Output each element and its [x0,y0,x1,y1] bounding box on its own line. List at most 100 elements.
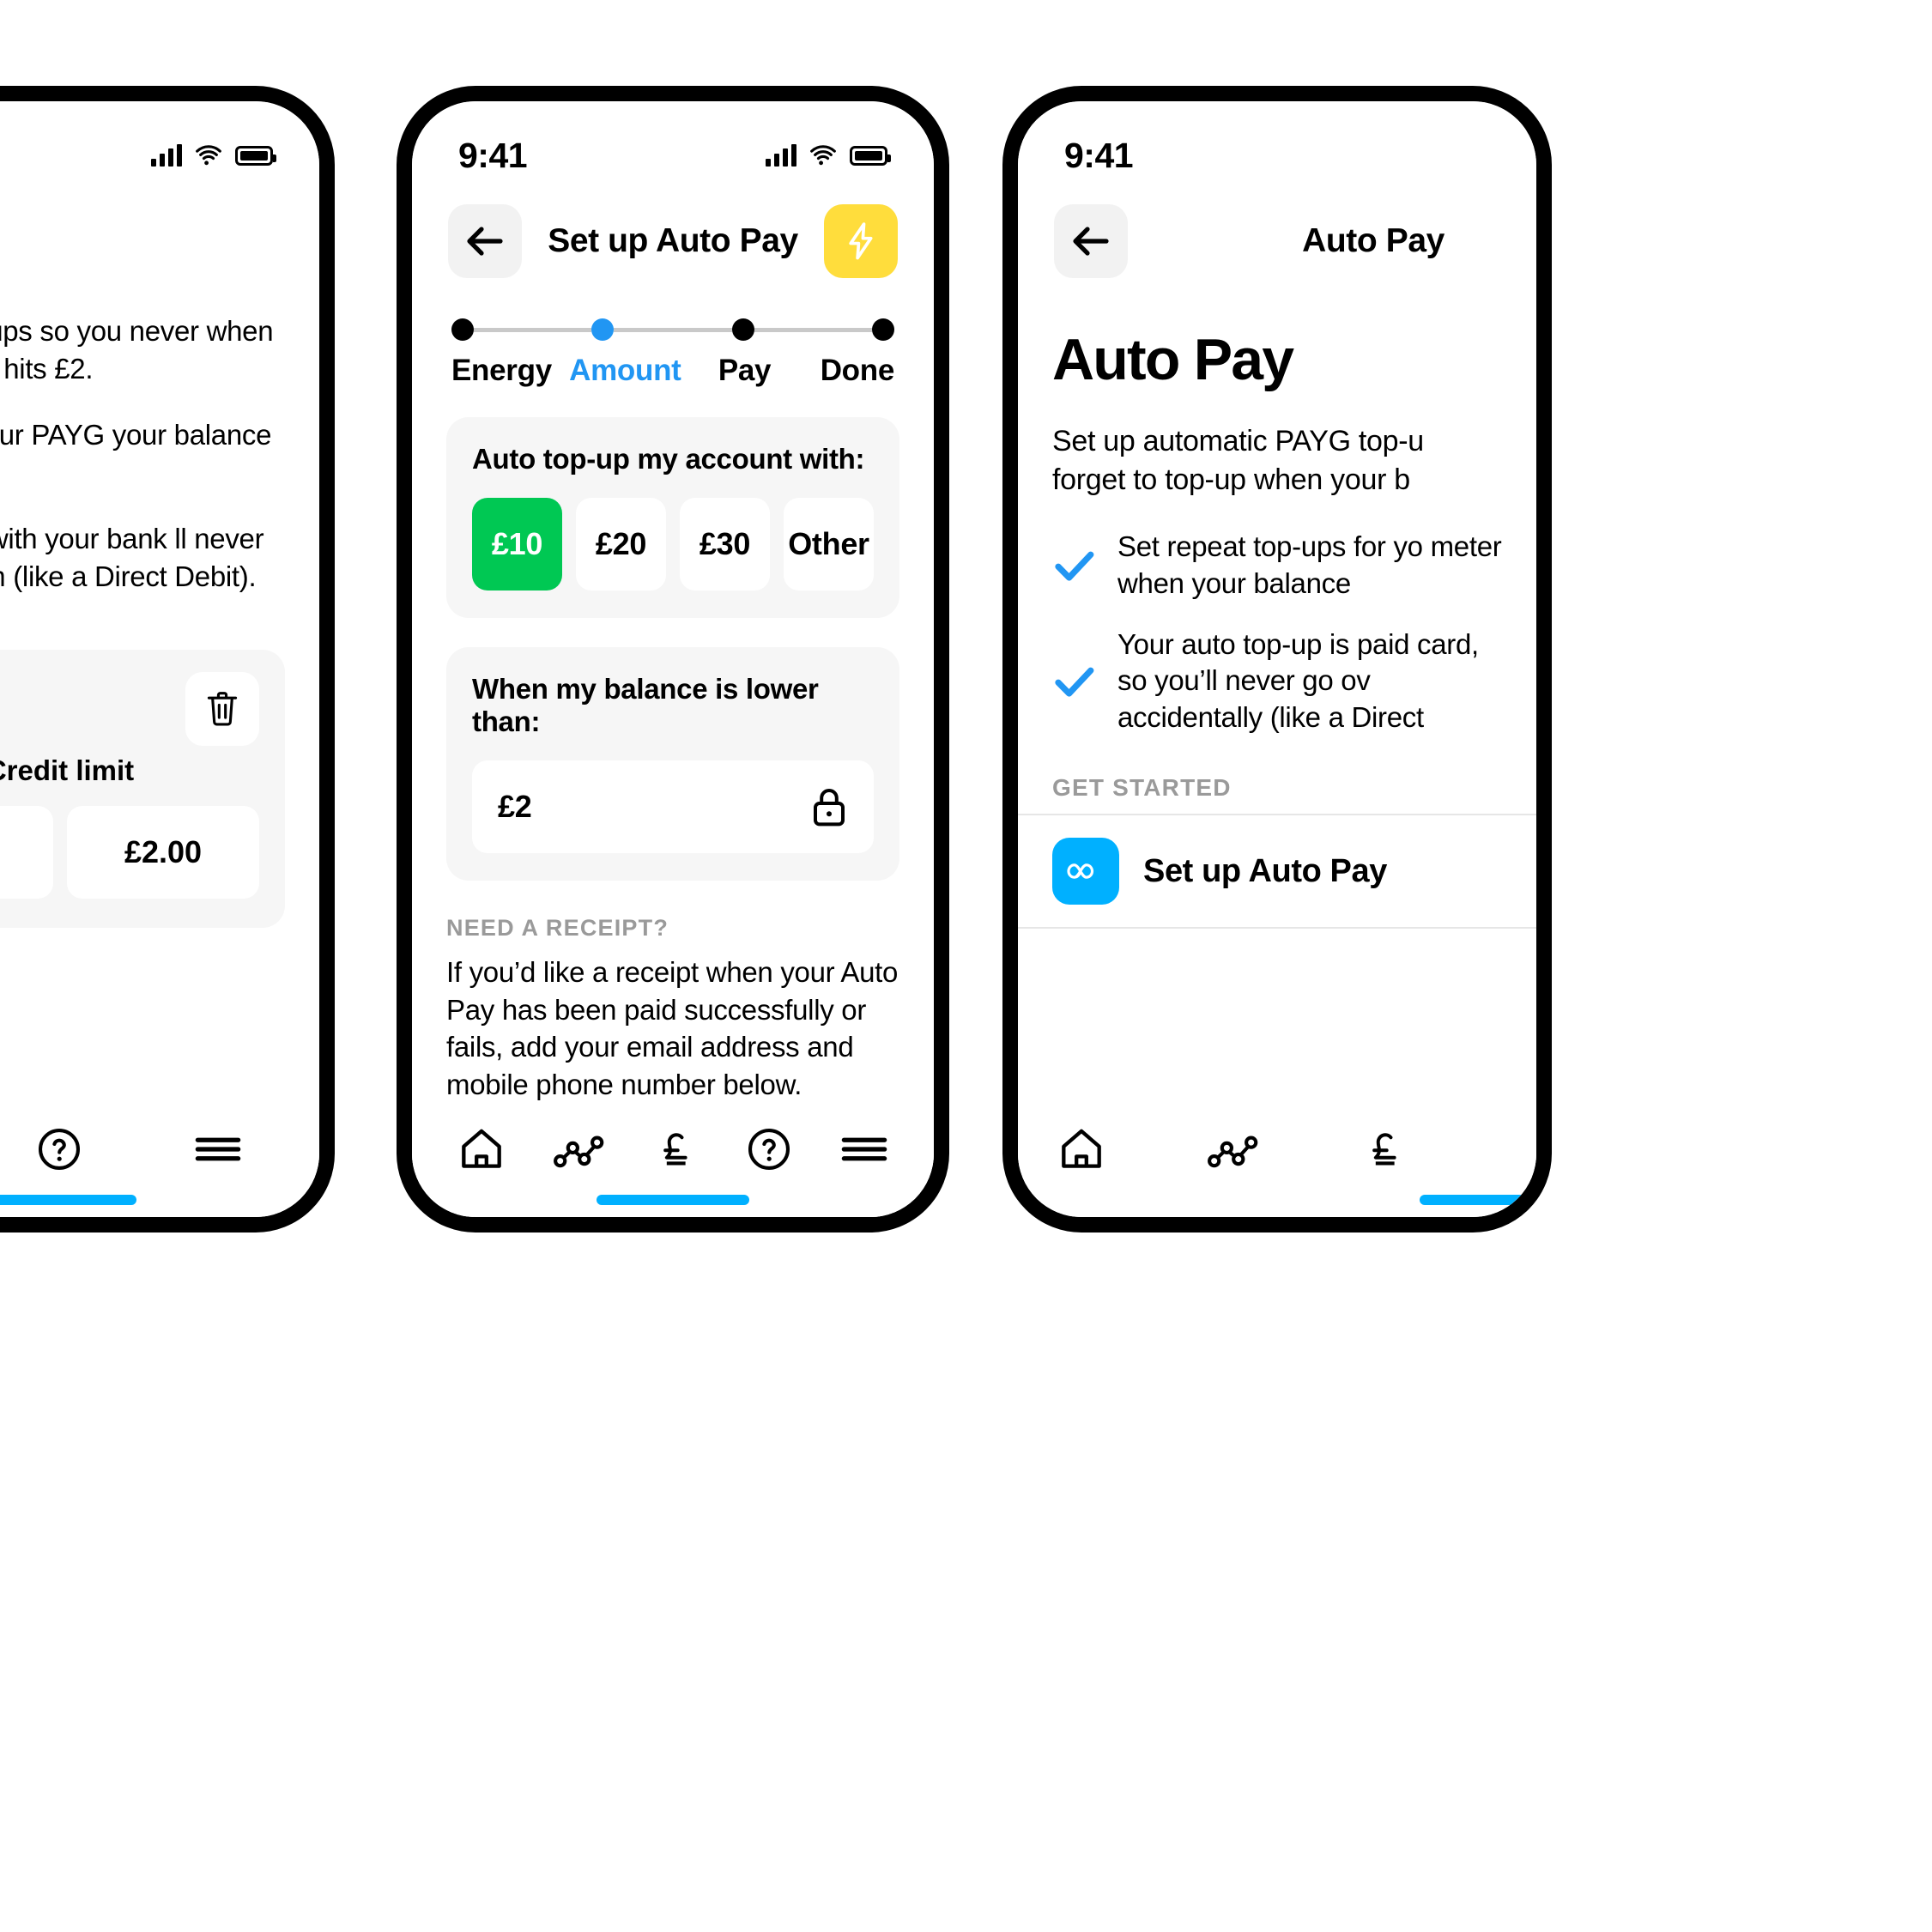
tab-usage[interactable] [1207,1128,1260,1171]
threshold-field[interactable]: £2 [472,760,874,853]
left-paragraph-1: c PAYG top-ups so you never when your ba… [0,315,274,385]
infinity-icon-tile [1052,838,1119,905]
amount-option-10[interactable]: £10 [472,498,562,591]
credit-limit-label: Credit limit [0,754,135,787]
battery-icon [850,145,891,166]
step-dot-energy[interactable] [451,318,474,341]
check-icon [1055,551,1094,581]
pound-icon [1372,1133,1396,1166]
list-item-label: Your auto top-up is paid card, so you’ll… [1117,627,1479,734]
threshold-card-title: When my balance is lower than: [472,673,819,737]
get-started-header: GET STARTED [1052,774,1232,802]
back-button[interactable] [1054,204,1128,278]
nav-bar-right: Auto Pay [1018,185,1536,287]
list-item: Set repeat top-ups for yo meter when you… [1052,529,1502,603]
step-dot-amount[interactable] [591,318,615,341]
home-icon [462,1129,502,1168]
back-arrow-icon [467,227,503,256]
back-arrow-icon [1073,227,1109,256]
page-title: Auto Pay [1052,327,1294,392]
stepper-segment [614,327,732,332]
status-bar-center: 9:41 [412,101,934,185]
question-circle-icon [38,1128,80,1171]
status-bar-right: 9:41 [1018,101,1536,185]
tab-menu[interactable] [840,1130,888,1168]
tab-payments[interactable] [1361,1126,1408,1172]
amount-options: £10 £20 £30 Other [472,498,874,591]
wifi-icon [196,145,221,166]
stepper-track [451,316,894,343]
receipt-eyebrow: NEED A RECEIPT? [446,915,669,941]
check-icon [1055,667,1094,697]
delete-button[interactable] [185,672,259,747]
receipt-body: If you’d like a receipt when your Auto P… [446,956,899,1100]
credit-limit-value[interactable]: £2.00 [67,806,259,899]
tab-payments[interactable] [652,1126,699,1172]
screenshot-stage: Auto Pay c PAYG top-ups so you never whe… [0,0,1932,1932]
amount-option-30[interactable]: £30 [680,498,770,591]
set-up-auto-pay-row[interactable]: Set up Auto Pay [1018,814,1536,930]
quick-action-button[interactable] [824,204,898,278]
lock-icon [814,789,845,827]
hamburger-menu-icon [841,1137,887,1161]
stepper-labels: Energy Amount Pay Done [451,354,894,388]
phone-left-screen: Auto Pay c PAYG top-ups so you never whe… [0,101,319,1217]
nav-bar-center: Set up Auto Pay [412,185,934,287]
tab-home[interactable] [1057,1125,1105,1173]
home-indicator [1420,1195,1536,1205]
step-label-amount[interactable]: Amount [569,354,718,388]
infinity-icon [1067,863,1094,879]
phone-mockup-right: 9:41 Auto Pay Auto Pay Set up automatic … [1002,86,1552,1232]
usage-graph-icon [1208,1136,1258,1168]
phone-center-screen: 9:41 Set up Auto Pay Energy Amount Pay D… [412,101,934,1217]
phone-right-screen: 9:41 Auto Pay Auto Pay Set up automatic … [1018,101,1536,1217]
hamburger-menu-icon [195,1137,240,1161]
progress-stepper: Energy Amount Pay Done [412,287,934,388]
step-label-done[interactable]: Done [821,354,895,388]
balance-threshold-card: When my balance is lower than: £2 [446,647,899,881]
topup-amount-card: Auto top-up my account with: £10 £20 £30… [446,417,899,618]
tab-usage[interactable] [553,1128,606,1171]
phone-mockup-left: Auto Pay c PAYG top-ups so you never whe… [0,86,335,1232]
nav-title: Auto Pay [1302,222,1444,259]
question-circle-icon [748,1128,790,1171]
stepper-segment [754,327,872,332]
step-label-energy[interactable]: Energy [451,354,569,388]
stepper-segment [474,327,592,332]
home-icon [1062,1129,1101,1168]
set-up-auto-pay-label: Set up Auto Pay [1143,852,1387,889]
status-indicators [151,144,276,167]
status-time: 9:41 [1064,135,1134,175]
credit-limit-card: Credit limit £2.00 [0,650,285,929]
intro-text: Set up automatic PAYG top-u forget to to… [1052,425,1424,496]
wifi-icon [810,145,836,166]
trash-icon [207,692,238,726]
amount-option-20[interactable]: £20 [576,498,666,591]
step-dot-pay[interactable] [731,318,754,341]
pound-icon [663,1133,687,1166]
threshold-value: £2 [498,789,532,824]
amount-option-other[interactable]: Other [784,498,874,591]
tab-home[interactable] [457,1125,506,1173]
tab-menu[interactable] [194,1130,242,1168]
list-item-label: Set repeat top-ups for yo meter when you… [1117,530,1502,599]
status-time: 9:41 [458,135,528,175]
step-dot-done[interactable] [871,318,894,341]
tab-help[interactable] [35,1125,83,1173]
back-button[interactable] [448,204,522,278]
credit-limit-fields: £2.00 [0,806,259,899]
status-bar-left [0,101,319,185]
benefits-list: Set repeat top-ups for yo meter when you… [1018,500,1536,736]
credit-limit-secondary-field[interactable] [0,806,53,899]
left-paragraph-3: p-up is paid with your bank ll never go … [0,523,264,592]
status-indicators [766,144,891,167]
page-title: Auto Pay [0,215,283,252]
home-indicator [0,1195,136,1205]
step-label-pay[interactable]: Pay [718,354,821,388]
topup-card-title: Auto top-up my account with: [472,443,865,475]
battery-icon [235,145,276,166]
tab-help[interactable] [745,1125,793,1173]
home-indicator [597,1195,749,1205]
usage-graph-icon [553,1136,603,1168]
cellular-signal-icon [151,144,182,167]
